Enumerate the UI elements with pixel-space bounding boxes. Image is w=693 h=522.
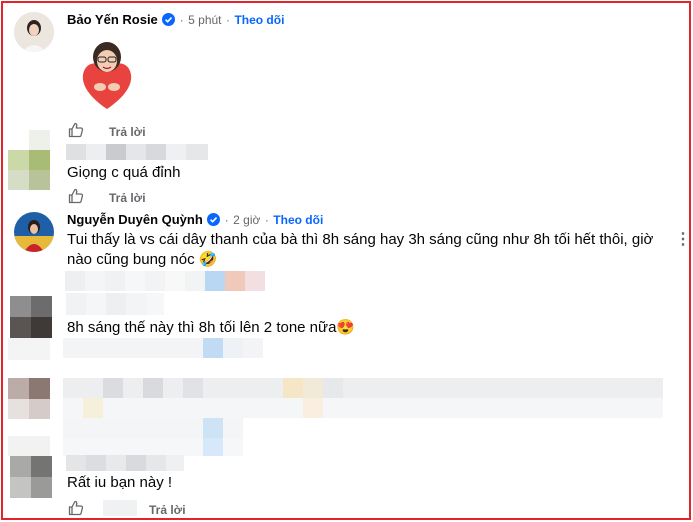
comment-text: Rất iu bạn này ! (67, 474, 173, 491)
reaction-bar (65, 271, 265, 291)
avatar[interactable] (10, 456, 52, 498)
timestamp[interactable]: 5 phút (188, 13, 221, 27)
author-name[interactable] (66, 293, 164, 315)
author-name[interactable] (66, 144, 208, 160)
follow-button[interactable]: Theo dõi (273, 213, 323, 227)
avatar[interactable] (14, 212, 54, 252)
separator: · (264, 213, 269, 227)
like-icon[interactable] (68, 500, 84, 516)
avatar[interactable] (14, 12, 54, 52)
avatar[interactable] (8, 130, 50, 190)
like-icon[interactable] (68, 122, 84, 138)
reply-button[interactable]: Trả lời (109, 125, 146, 139)
separator: · (224, 213, 229, 227)
heart-sticker (78, 37, 136, 113)
more-options-icon[interactable]: ⋮ (675, 229, 689, 249)
reaction-placeholder[interactable] (103, 500, 137, 516)
comment-header: Bảo Yến Rosie · 5 phút · Theo dõi (67, 11, 284, 29)
avatar[interactable] (10, 296, 52, 338)
verified-badge-icon (207, 213, 221, 226)
comment-text: Giọng c quá đỉnh (67, 164, 181, 181)
comment-header: Nguyễn Duyên Quỳnh · 2 giờ · Theo dõi (67, 211, 323, 229)
comment-text-line-1: Tui thấy là vs cái dây thanh của bà thì … (67, 231, 654, 248)
like-icon[interactable] (68, 188, 84, 204)
separator: · (225, 13, 230, 27)
separator: · (179, 13, 184, 27)
timestamp[interactable]: 2 giờ (233, 213, 260, 227)
blurred-content (8, 338, 663, 456)
verified-badge-icon (162, 13, 176, 26)
comments-panel: Bảo Yến Rosie · 5 phút · Theo dõi Trả lờ… (1, 1, 691, 520)
follow-button[interactable]: Theo dõi (234, 13, 284, 27)
comment-text-line-2: nào cũng bung nóc 🤣 (67, 251, 218, 268)
reply-button[interactable]: Trả lời (109, 191, 146, 205)
author-name[interactable] (66, 455, 184, 471)
reply-button[interactable]: Trả lời (149, 503, 186, 517)
author-name[interactable]: Nguyễn Duyên Quỳnh (67, 212, 203, 227)
author-name[interactable]: Bảo Yến Rosie (67, 12, 158, 27)
comment-text: 8h sáng thế này thì 8h tối lên 2 tone nữ… (67, 319, 356, 336)
